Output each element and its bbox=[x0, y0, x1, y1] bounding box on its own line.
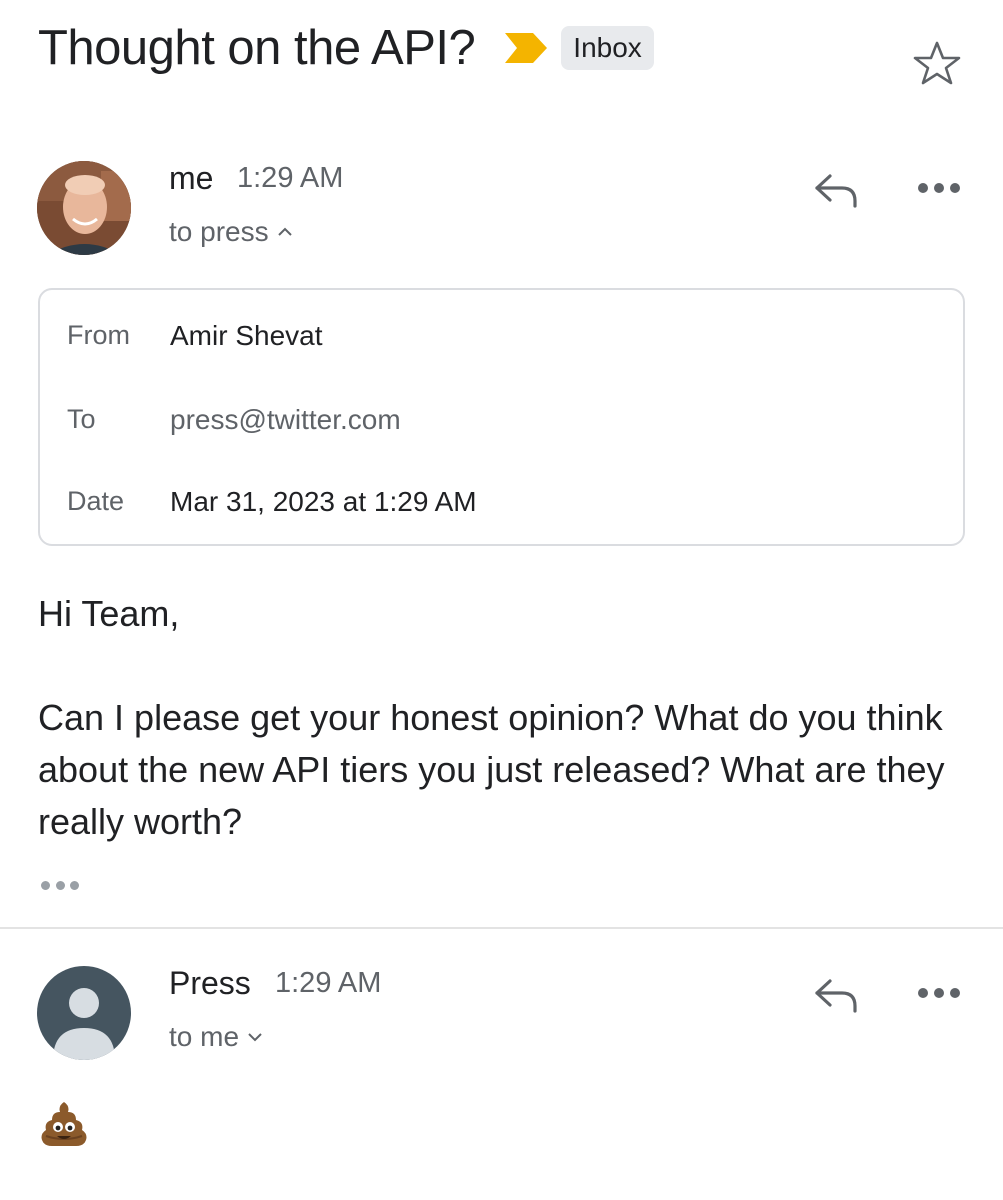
subject-row: Thought on the API? Inbox bbox=[38, 18, 654, 78]
person-icon bbox=[53, 988, 115, 1060]
message-time: 1:29 AM bbox=[237, 162, 344, 194]
message-details-card: From Amir Shevat To press@twitter.com Da… bbox=[38, 288, 965, 546]
date-value: Mar 31, 2023 at 1:29 AM bbox=[170, 486, 477, 517]
reply-icon[interactable] bbox=[812, 170, 860, 210]
show-trimmed-content-icon[interactable] bbox=[41, 881, 79, 891]
recipient-toggle[interactable]: to press bbox=[169, 216, 293, 248]
more-options-icon[interactable] bbox=[918, 988, 960, 1002]
inbox-label-chip[interactable]: Inbox bbox=[561, 26, 654, 70]
more-options-icon[interactable] bbox=[918, 183, 960, 197]
importance-marker-icon[interactable] bbox=[505, 33, 548, 63]
recipient-toggle[interactable]: to me bbox=[169, 1021, 263, 1053]
message-time: 1:29 AM bbox=[275, 967, 382, 999]
message-greeting: Hi Team, bbox=[38, 593, 180, 634]
to-label: To bbox=[67, 404, 96, 434]
star-icon[interactable] bbox=[913, 40, 961, 86]
sender-avatar-photo[interactable] bbox=[37, 161, 131, 255]
from-label: From bbox=[67, 320, 130, 350]
redacted-email-scribble bbox=[365, 330, 705, 349]
reply-icon[interactable] bbox=[812, 975, 860, 1015]
recipient-summary: to me bbox=[169, 1021, 240, 1052]
message-sender-name: me bbox=[169, 160, 214, 196]
recipient-summary: to press bbox=[169, 216, 269, 247]
from-name: Amir Shevat bbox=[170, 320, 323, 351]
to-address[interactable]: press@twitter.com bbox=[170, 404, 401, 436]
thread-subject: Thought on the API? bbox=[38, 21, 476, 75]
chevron-up-icon bbox=[277, 227, 292, 236]
default-avatar[interactable] bbox=[37, 966, 131, 1060]
message-body: Can I please get your honest opinion? Wh… bbox=[38, 697, 945, 842]
date-label: Date bbox=[67, 486, 125, 516]
message-sender-name: Press bbox=[169, 965, 251, 1001]
poop-emoji-icon bbox=[41, 1102, 87, 1146]
chevron-down-icon bbox=[248, 1033, 262, 1042]
message-divider bbox=[0, 927, 1003, 929]
